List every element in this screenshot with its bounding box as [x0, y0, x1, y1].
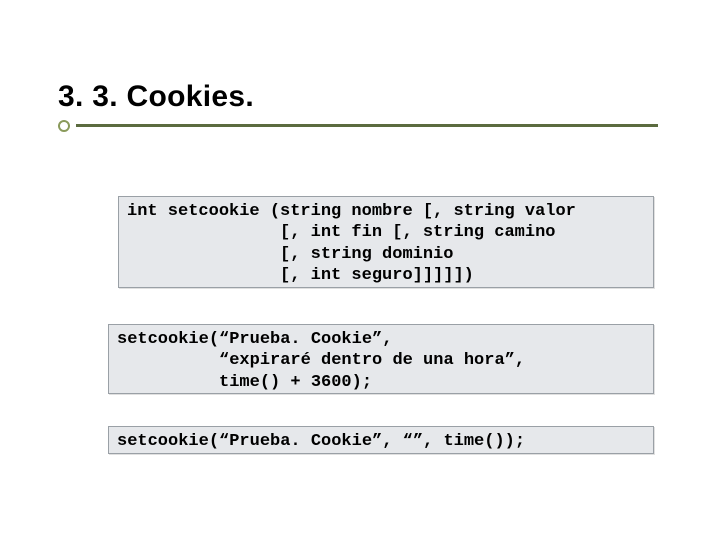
title-area: 3. 3. Cookies. [58, 80, 662, 132]
underline-line [76, 124, 658, 127]
title-underline [58, 120, 658, 132]
code-block-example-expire: setcookie(“Prueba. Cookie”, “”, time()); [108, 426, 654, 454]
code-block-example-set: setcookie(“Prueba. Cookie”, “expiraré de… [108, 324, 654, 394]
slide: 3. 3. Cookies. int setcookie (string nom… [0, 0, 720, 540]
bullet-icon [58, 120, 70, 132]
code-block-signature: int setcookie (string nombre [, string v… [118, 196, 654, 288]
slide-title: 3. 3. Cookies. [58, 80, 662, 114]
